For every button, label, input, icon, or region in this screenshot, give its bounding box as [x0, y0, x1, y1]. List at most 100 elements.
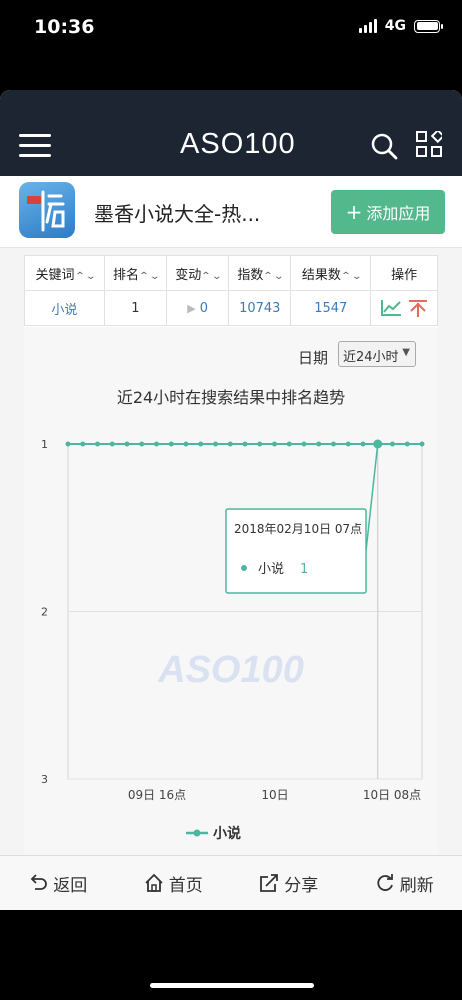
- share-label: 分享: [284, 875, 319, 896]
- app-window: ASO100 墨香小说大全-热... + 添加应用 关键词⌃⌄ 排名⌃⌄ 变动⌃…: [0, 90, 462, 910]
- neutral-triangle-icon: ▶: [187, 301, 196, 315]
- bottom-toolbar: 返回 首页 分享 刷新: [0, 855, 462, 910]
- data-point: [257, 441, 263, 447]
- data-point: [390, 441, 395, 447]
- data-point: [213, 441, 218, 447]
- x-tick-label: 10日: [261, 788, 288, 802]
- refresh-icon: [377, 874, 393, 891]
- search-icon[interactable]: [370, 132, 398, 160]
- table-row: 小说 1 ▶ 0 10743 1547: [24, 290, 438, 326]
- cell-keyword[interactable]: 小说: [24, 290, 105, 326]
- app-icon-art: [27, 190, 65, 232]
- data-point: [124, 441, 130, 447]
- cell-results[interactable]: 1547: [290, 290, 372, 326]
- data-point: [198, 441, 204, 447]
- data-point: [316, 441, 322, 447]
- data-point: [345, 441, 351, 447]
- chart-canvas: 1 2 3 ASO100 09日 16点 10日 10日 08点 2018年02月10日 07…: [41, 438, 425, 842]
- tooltip-pointer: [365, 443, 379, 552]
- change-value: 0: [199, 300, 208, 316]
- header-rank-label: 排名: [113, 267, 140, 283]
- cell-actions: [370, 290, 438, 326]
- status-bar: 10:36 4G: [0, 0, 462, 56]
- data-point: [80, 441, 86, 447]
- aso100-watermark: ASO100: [157, 649, 304, 691]
- table-header-row: 关键词⌃⌄ 排名⌃⌄ 变动⌃⌄ 指数⌃⌄ 结果数⌃⌄ 操作: [24, 255, 438, 291]
- tooltip-value: 1: [300, 562, 308, 577]
- data-point: [286, 441, 292, 447]
- home-indicator: [150, 983, 314, 988]
- header-keyword-label: 关键词: [35, 267, 75, 283]
- sort-icon: ⌃⌄: [138, 270, 161, 282]
- data-point: [139, 441, 145, 447]
- header-change-label: 变动: [175, 267, 202, 283]
- share-icon: [260, 874, 279, 892]
- home-label: 首页: [168, 875, 203, 896]
- keyword-table: 关键词⌃⌄ 排名⌃⌄ 变动⌃⌄ 指数⌃⌄ 结果数⌃⌄ 操作 小说 1 ▶ 0 10…: [24, 255, 438, 326]
- back-button[interactable]: 返回: [0, 856, 116, 910]
- category-grid-icon[interactable]: [416, 131, 442, 157]
- app-icon[interactable]: [19, 182, 75, 238]
- y-tick-label: 3: [41, 773, 48, 786]
- cell-index[interactable]: 10743: [228, 290, 292, 326]
- data-point: [154, 441, 159, 447]
- data-point: [360, 441, 366, 447]
- header-rank[interactable]: 排名⌃⌄: [103, 255, 168, 291]
- sort-icon: ⌃⌄: [74, 270, 96, 282]
- plus-icon: +: [345, 200, 363, 224]
- logo-text-00: 00: [261, 128, 296, 160]
- data-point: [109, 441, 115, 447]
- home-button[interactable]: 首页: [116, 856, 232, 910]
- data-point: [272, 441, 277, 447]
- app-header: 墨香小说大全-热... + 添加应用: [0, 176, 462, 248]
- battery-icon: [414, 19, 443, 33]
- back-label: 返回: [53, 875, 88, 896]
- data-point: [95, 441, 100, 447]
- pin-top-icon[interactable]: [408, 299, 428, 317]
- header-results[interactable]: 结果数⌃⌄: [290, 255, 372, 291]
- data-point: [227, 441, 233, 447]
- header-actions: 操作: [370, 255, 438, 291]
- data-point: [331, 441, 336, 447]
- add-app-label: 添加应用: [366, 204, 431, 223]
- share-button[interactable]: 分享: [231, 856, 347, 910]
- logo-text-o: O: [220, 128, 245, 160]
- add-app-button[interactable]: + 添加应用: [331, 190, 445, 234]
- header-keyword[interactable]: 关键词⌃⌄: [24, 255, 105, 291]
- data-point: [404, 441, 410, 447]
- data-point: [301, 441, 307, 447]
- header-index[interactable]: 指数⌃⌄: [228, 255, 292, 291]
- sort-icon: ⌃⌄: [262, 270, 285, 282]
- tooltip-series-name: 小说: [258, 562, 284, 577]
- app-title[interactable]: 墨香小说大全-热...: [94, 198, 260, 227]
- logo-text-as: AS: [180, 128, 221, 160]
- network-label: 4G: [384, 18, 406, 34]
- aso100-logo[interactable]: ASO100: [180, 128, 296, 161]
- data-point: [65, 441, 71, 447]
- header-index-label: 指数: [237, 267, 264, 283]
- y-tick-label: 1: [41, 438, 48, 451]
- tooltip-date: 2018年02月10日 07点: [234, 522, 362, 536]
- sort-icon: ⌃⌄: [200, 270, 223, 282]
- top-nav: ASO100: [0, 90, 462, 176]
- header-change[interactable]: 变动⌃⌄: [166, 255, 230, 291]
- keyword-panel: 关键词⌃⌄ 排名⌃⌄ 变动⌃⌄ 指数⌃⌄ 结果数⌃⌄ 操作 小说 1 ▶ 0 10…: [24, 255, 438, 863]
- signal-icon: [358, 19, 377, 33]
- trend-chart-icon[interactable]: [380, 299, 402, 317]
- home-icon: [145, 873, 163, 892]
- rank-trend-chart: 日期 近24小时 ▼ 近24小时在搜索结果中排名趋势 1 2 3 ASO100 09日 …: [24, 327, 438, 863]
- status-time: 10:36: [34, 16, 95, 38]
- x-tick-label: 09日 16点: [128, 788, 186, 802]
- data-point: [168, 441, 174, 447]
- y-tick-label: 2: [41, 606, 48, 619]
- header-results-label: 结果数: [301, 267, 341, 283]
- tooltip-series-dot: [241, 565, 247, 571]
- cell-rank: 1: [103, 290, 168, 326]
- menu-icon[interactable]: [19, 134, 51, 158]
- refresh-label: 刷新: [399, 875, 434, 896]
- logo-text-1: 1: [244, 128, 262, 160]
- cell-change: ▶ 0: [166, 290, 230, 326]
- data-point: [419, 441, 425, 447]
- refresh-button[interactable]: 刷新: [347, 856, 462, 910]
- sort-icon: ⌃⌄: [340, 270, 363, 282]
